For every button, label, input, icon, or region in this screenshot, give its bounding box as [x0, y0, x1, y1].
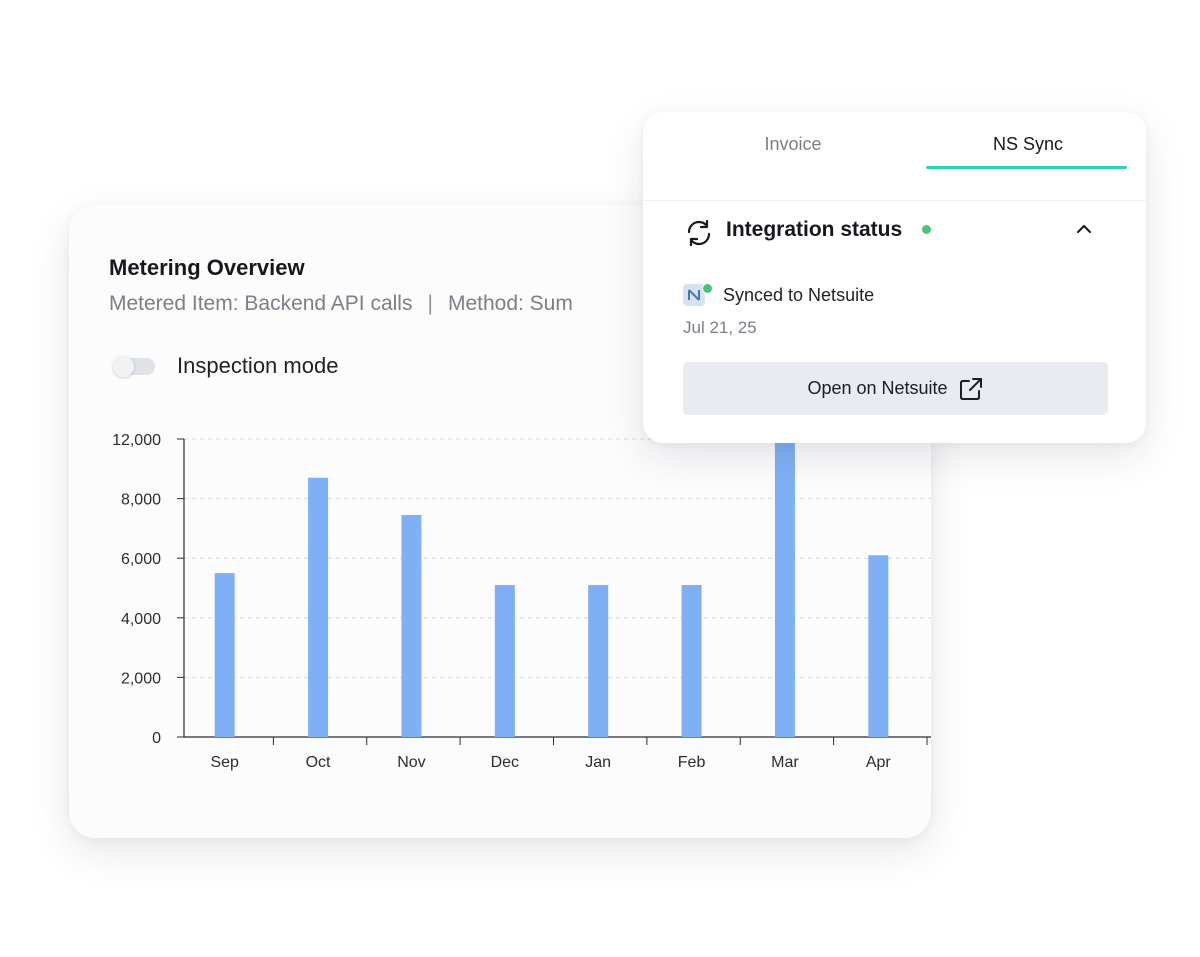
sync-icon [687, 219, 711, 247]
y-tick-label: 12,000 [112, 432, 161, 449]
tab-divider [643, 200, 1146, 201]
open-button-label: Open on Netsuite [807, 378, 948, 398]
active-tab-indicator [926, 166, 1127, 169]
x-tick-label: Apr [866, 754, 892, 771]
bar-mar [774, 400, 795, 737]
chart-grid [184, 438, 931, 678]
bar-sep [214, 573, 235, 737]
status-indicator-dot [922, 225, 931, 234]
integration-status-title: Integration status [726, 218, 903, 241]
y-tick-label: 4,000 [121, 611, 161, 628]
y-tick-label: 6,000 [121, 551, 161, 568]
y-tick-label: 0 [152, 730, 161, 747]
x-tick-label: Jan [585, 754, 611, 771]
bar-jan [588, 585, 609, 737]
bar-oct [308, 477, 329, 737]
x-tick-label: Nov [397, 754, 425, 771]
bar-feb [681, 585, 702, 737]
chart-axes [177, 438, 931, 745]
synced-label: Synced to Netsuite [723, 285, 875, 305]
external-link-icon [959, 377, 982, 400]
tab-invoice[interactable]: Invoice [733, 134, 853, 155]
x-tick-label: Sep [210, 754, 239, 771]
bar-dec [494, 585, 515, 737]
bar-nov [401, 514, 422, 737]
x-tick-label: Feb [678, 754, 706, 771]
bar-apr [868, 555, 889, 737]
ns-sync-panel: Invoice NS Sync Integration status Synce… [643, 112, 1146, 443]
x-tick-label: Mar [771, 754, 799, 771]
x-tick-label: Dec [491, 754, 519, 771]
synced-indicator-dot [702, 283, 713, 294]
open-on-netsuite-button[interactable]: Open on Netsuite [683, 362, 1108, 415]
y-tick-label: 2,000 [121, 670, 161, 687]
x-tick-label: Oct [306, 754, 331, 771]
y-tick-label: 8,000 [121, 492, 161, 509]
synced-date: Jul 21, 25 [683, 318, 757, 337]
chevron-up-icon[interactable] [1075, 222, 1093, 236]
tab-ns-sync[interactable]: NS Sync [963, 134, 1093, 155]
chart-bars [214, 400, 889, 737]
